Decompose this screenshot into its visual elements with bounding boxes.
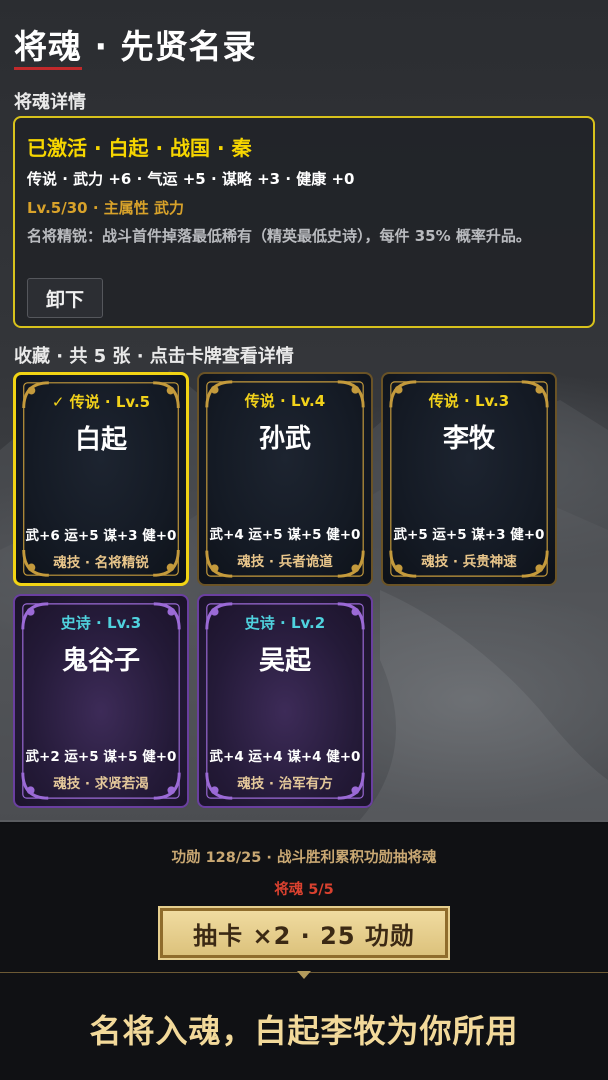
divider-arrow-icon (297, 971, 311, 979)
detail-level: Lv.5/30 · 主属性 武力 (27, 199, 184, 217)
card-tier: 史诗 · Lv.3 (60, 614, 142, 632)
soul-count: 将魂 5/5 (274, 882, 334, 898)
activation-status: 已激活 · 白起 · 战国 · 秦 (27, 136, 252, 160)
card-skill: 魂技 · 兵贵神速 (421, 554, 517, 570)
detail-section-label: 将魂详情 (14, 92, 86, 113)
card-stats: 武+6 运+5 谋+3 健+0 (25, 528, 177, 544)
detail-stats: 传说 · 武力 +6 · 气运 +5 · 谋略 +3 · 健康 +0 (27, 170, 355, 188)
soul-card[interactable]: 史诗 · Lv.3 鬼谷子武+2 运+5 谋+5 健+0 魂技 · 求贤若渴 (13, 594, 189, 808)
soul-detail-panel: 已激活 · 白起 · 战国 · 秦 传说 · 武力 +6 · 气运 +5 · 谋… (13, 116, 595, 328)
card-tier: 传说 · Lv.3 (428, 392, 510, 410)
card-skill: 魂技 · 兵者诡道 (237, 554, 333, 570)
card-stats: 武+4 运+5 谋+5 健+0 (209, 527, 361, 543)
card-name: 鬼谷子 (61, 646, 140, 676)
unload-button[interactable]: 卸下 (27, 278, 103, 318)
card-stats: 武+5 运+5 谋+3 健+0 (393, 527, 545, 543)
merit-info: 功勋 128/25 · 战斗胜利累积功勋抽将魂 (171, 850, 437, 866)
soul-card[interactable]: ✓ 传说 · Lv.5 白起武+6 运+5 谋+3 健+0 魂技 · 名将精锐 (13, 372, 189, 586)
title-underline (14, 67, 82, 70)
card-skill: 魂技 · 名将精锐 (53, 555, 149, 571)
draw-card-button[interactable]: 抽卡 ×2 · 25 功勋 (158, 906, 450, 960)
soul-card[interactable]: 史诗 · Lv.2 吴起武+4 运+4 谋+4 健+0 魂技 · 治军有方 (197, 594, 373, 808)
card-tier: 传说 · Lv.4 (244, 392, 326, 410)
card-skill: 魂技 · 治军有方 (237, 776, 333, 792)
card-name: 吴起 (258, 646, 311, 676)
collection-label: 收藏 · 共 5 张 · 点击卡牌查看详情 (14, 346, 294, 367)
detail-description: 名将精锐：战斗首件掉落最低稀有（精英最低史诗），每件 35% 概率升品。 (27, 227, 531, 245)
card-name: 白起 (74, 425, 127, 455)
card-skill: 魂技 · 求贤若渴 (53, 776, 149, 792)
card-name: 李牧 (442, 424, 495, 454)
soul-card[interactable]: 传说 · Lv.3 李牧武+5 运+5 谋+3 健+0 魂技 · 兵贵神速 (381, 372, 557, 586)
slogan-banner: 名将入魂，白起李牧为你所用 (89, 1012, 519, 1050)
card-stats: 武+4 运+4 谋+4 健+0 (209, 749, 361, 765)
page-title: 将魂 · 先贤名录 (14, 27, 257, 66)
card-name: 孙武 (258, 424, 311, 454)
card-stats: 武+2 运+5 谋+5 健+0 (25, 749, 177, 765)
card-tier: 史诗 · Lv.2 (244, 614, 326, 632)
card-tier: ✓ 传说 · Lv.5 (51, 393, 151, 411)
soul-card[interactable]: 传说 · Lv.4 孙武武+4 运+5 谋+5 健+0 魂技 · 兵者诡道 (197, 372, 373, 586)
